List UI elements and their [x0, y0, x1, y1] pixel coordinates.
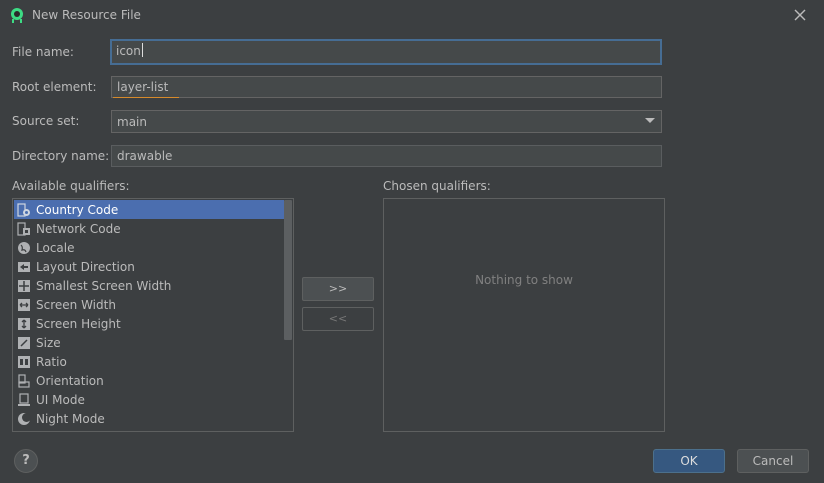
file-name-input[interactable]: icon — [110, 39, 662, 65]
file-name-value: icon — [116, 44, 141, 58]
title-bar: New Resource File — [0, 0, 824, 30]
empty-list-text: Nothing to show — [475, 273, 573, 287]
android-studio-icon — [9, 7, 25, 23]
root-element-value: layer-list — [117, 80, 169, 94]
close-icon[interactable] — [790, 5, 810, 25]
chosen-qualifiers-label: Chosen qualifiers: — [383, 179, 491, 193]
available-qualifiers-list[interactable]: Country Code Network Code Locale Layout … — [12, 198, 294, 432]
layout-direction-icon — [17, 260, 31, 274]
globe-icon — [17, 241, 31, 255]
list-item-screen-height[interactable]: Screen Height — [14, 314, 284, 333]
cancel-button[interactable]: Cancel — [737, 449, 809, 473]
directory-name-label: Directory name: — [12, 149, 110, 163]
list-item-smallest-screen-width[interactable]: Smallest Screen Width — [14, 276, 284, 295]
list-item-label: Screen Width — [36, 297, 116, 312]
list-item-screen-width[interactable]: Screen Width — [14, 295, 284, 314]
source-set-label: Source set: — [12, 114, 80, 128]
list-item-label: Country Code — [36, 202, 119, 217]
list-item-label: UI Mode — [36, 392, 85, 407]
list-item-label: Size — [36, 335, 61, 350]
list-item-layout-direction[interactable]: Layout Direction — [14, 257, 284, 276]
autocomplete-underline — [113, 97, 179, 98]
help-button[interactable]: ? — [14, 449, 38, 473]
list-item-label: Screen Height — [36, 316, 121, 331]
country-code-icon — [17, 202, 31, 217]
text-caret — [141, 43, 143, 57]
list-item-night-mode[interactable]: Night Mode — [14, 409, 284, 428]
dialog-title: New Resource File — [32, 8, 141, 22]
list-item-label: Smallest Screen Width — [36, 278, 172, 293]
list-item-network-code[interactable]: Network Code — [14, 219, 284, 238]
network-code-icon — [17, 221, 31, 236]
list-item-label: Locale — [36, 240, 75, 255]
ok-button[interactable]: OK — [653, 449, 725, 473]
available-qualifiers-label: Available qualifiers: — [12, 179, 130, 193]
list-item-ratio[interactable]: Ratio — [14, 352, 284, 371]
add-qualifier-button[interactable]: >> — [302, 277, 374, 301]
screen-width-icon — [17, 298, 31, 312]
directory-name-input[interactable]: drawable — [111, 145, 662, 167]
chevron-down-icon[interactable] — [645, 118, 655, 123]
list-item-orientation[interactable]: Orientation — [14, 371, 284, 390]
list-item-country-code[interactable]: Country Code — [14, 200, 284, 219]
list-item-size[interactable]: Size — [14, 333, 284, 352]
list-scrollbar[interactable] — [284, 200, 292, 340]
remove-qualifier-button[interactable]: << — [302, 307, 374, 331]
smallest-width-icon — [17, 279, 31, 293]
list-item-label: Ratio — [36, 354, 67, 369]
source-set-value: main — [117, 115, 147, 129]
list-item-label: Orientation — [36, 373, 104, 388]
list-item-locale[interactable]: Locale — [14, 238, 284, 257]
directory-name-value: drawable — [117, 149, 173, 163]
screen-height-icon — [17, 317, 31, 331]
list-item-label: Night Mode — [36, 411, 105, 426]
ratio-icon — [17, 355, 31, 369]
night-mode-icon — [17, 412, 31, 426]
list-item-ui-mode[interactable]: UI Mode — [14, 390, 284, 409]
root-element-label: Root element: — [12, 80, 97, 94]
list-item-label: Network Code — [36, 221, 121, 236]
root-element-input[interactable]: layer-list — [111, 76, 662, 98]
size-icon — [17, 336, 31, 350]
list-item-label: Layout Direction — [36, 259, 135, 274]
orientation-icon — [17, 373, 31, 388]
file-name-label: File name: — [12, 45, 74, 59]
ui-mode-icon — [17, 392, 31, 407]
source-set-dropdown[interactable]: main — [111, 110, 662, 133]
chosen-qualifiers-list[interactable] — [383, 198, 665, 432]
